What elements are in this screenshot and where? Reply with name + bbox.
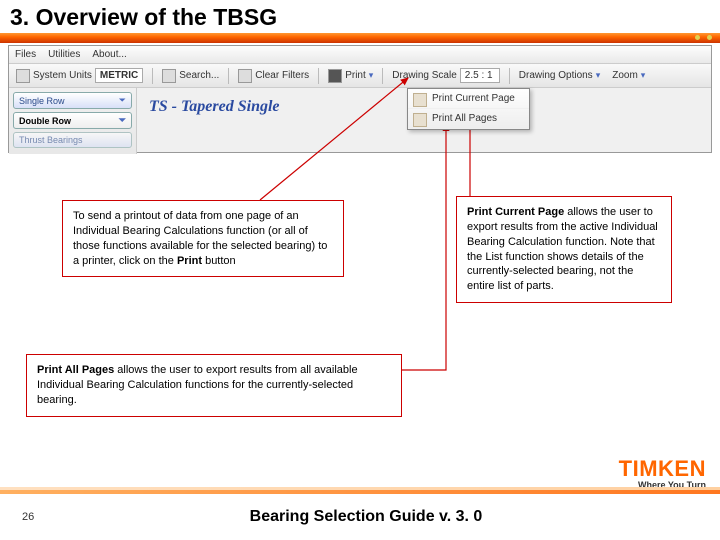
search-button[interactable]: Search... bbox=[159, 68, 222, 84]
menu-about[interactable]: About... bbox=[92, 49, 126, 60]
print-button[interactable]: Print ▾ bbox=[325, 68, 376, 84]
printer-icon bbox=[328, 69, 342, 83]
toolbar-separator bbox=[318, 68, 319, 84]
callout-text-bold: Print bbox=[177, 255, 202, 267]
search-icon bbox=[162, 69, 176, 83]
print-all-pages-item[interactable]: Print All Pages bbox=[408, 109, 529, 129]
toolbar-separator bbox=[152, 68, 153, 84]
drawing-scale-label: Drawing Scale bbox=[392, 70, 456, 81]
sidebar-item-thrust-bearings[interactable]: Thrust Bearings bbox=[13, 132, 132, 148]
sidebar-item-label: Double Row bbox=[19, 116, 71, 126]
brand-name: TIMKEN bbox=[619, 456, 706, 482]
system-units-value[interactable]: METRIC bbox=[95, 68, 143, 83]
application-screenshot: Files Utilities About... System Units ME… bbox=[8, 45, 712, 153]
zoom-label: Zoom bbox=[612, 70, 638, 81]
chevron-down-icon: ▾ bbox=[596, 70, 601, 81]
slide-title: 3. Overview of the TBSG bbox=[0, 0, 720, 33]
title-separator-bar bbox=[0, 33, 720, 43]
chevron-down-icon: ▾ bbox=[641, 70, 646, 81]
zoom-button[interactable]: Zoom ▾ bbox=[609, 69, 648, 82]
document-title: Bearing Selection Guide v. 3. 0 bbox=[12, 508, 720, 526]
drawing-options-button[interactable]: Drawing Options ▾ bbox=[516, 69, 603, 82]
chevron-down-icon: ▾ bbox=[369, 70, 374, 81]
sidebar-item-single-row[interactable]: Single Row ⏷ bbox=[13, 92, 132, 109]
print-label: Print bbox=[345, 70, 366, 81]
system-units-icon bbox=[16, 69, 30, 83]
drawing-scale-value[interactable]: 2.5 : 1 bbox=[460, 68, 500, 83]
content-heading: TS - Tapered Single bbox=[137, 88, 292, 154]
system-units-label: System Units bbox=[33, 70, 92, 81]
callout-text-bold: Print All Pages bbox=[37, 364, 114, 376]
app-menubar: Files Utilities About... bbox=[9, 46, 711, 64]
callout-print-current-page: Print Current Page allows the user to ex… bbox=[456, 196, 672, 303]
chevron-down-icon: ⏷ bbox=[119, 95, 126, 106]
menu-utilities[interactable]: Utilities bbox=[48, 49, 80, 60]
clear-filters-label: Clear Filters bbox=[255, 70, 309, 81]
print-current-page-item[interactable]: Print Current Page bbox=[408, 89, 529, 109]
drawing-options-label: Drawing Options bbox=[519, 70, 593, 81]
filter-icon bbox=[238, 69, 252, 83]
toolbar-separator bbox=[509, 68, 510, 84]
app-toolbar: System Units METRIC Search... Clear Filt… bbox=[9, 64, 711, 88]
toolbar-separator bbox=[228, 68, 229, 84]
toolbar-separator bbox=[382, 68, 383, 84]
search-label: Search... bbox=[179, 70, 219, 81]
chevron-down-icon: ⏷ bbox=[119, 115, 126, 126]
bearing-type-sidebar: Single Row ⏷ Double Row ⏷ Thrust Bearing… bbox=[9, 88, 137, 154]
sidebar-item-label: Single Row bbox=[19, 96, 65, 106]
callout-print-all-pages: Print All Pages allows the user to expor… bbox=[26, 354, 402, 417]
sidebar-item-double-row[interactable]: Double Row ⏷ bbox=[13, 112, 132, 129]
callout-text: button bbox=[202, 255, 236, 267]
menu-files[interactable]: Files bbox=[15, 49, 36, 60]
clear-filters-button[interactable]: Clear Filters bbox=[235, 68, 312, 84]
system-units-control[interactable]: System Units METRIC bbox=[13, 67, 146, 84]
slide-footer: 26 Bearing Selection Guide v. 3. 0 bbox=[0, 494, 720, 540]
callout-text-bold: Print Current Page bbox=[467, 206, 564, 218]
drawing-scale-control[interactable]: Drawing Scale 2.5 : 1 bbox=[389, 67, 502, 84]
brand-logo: TIMKEN Where You Turn bbox=[619, 456, 706, 490]
print-dropdown-menu: Print Current Page Print All Pages bbox=[407, 88, 530, 130]
callout-print-button: To send a printout of data from one page… bbox=[62, 200, 344, 277]
sidebar-item-label: Thrust Bearings bbox=[19, 135, 83, 145]
callout-text: allows the user to export results from t… bbox=[467, 206, 658, 292]
